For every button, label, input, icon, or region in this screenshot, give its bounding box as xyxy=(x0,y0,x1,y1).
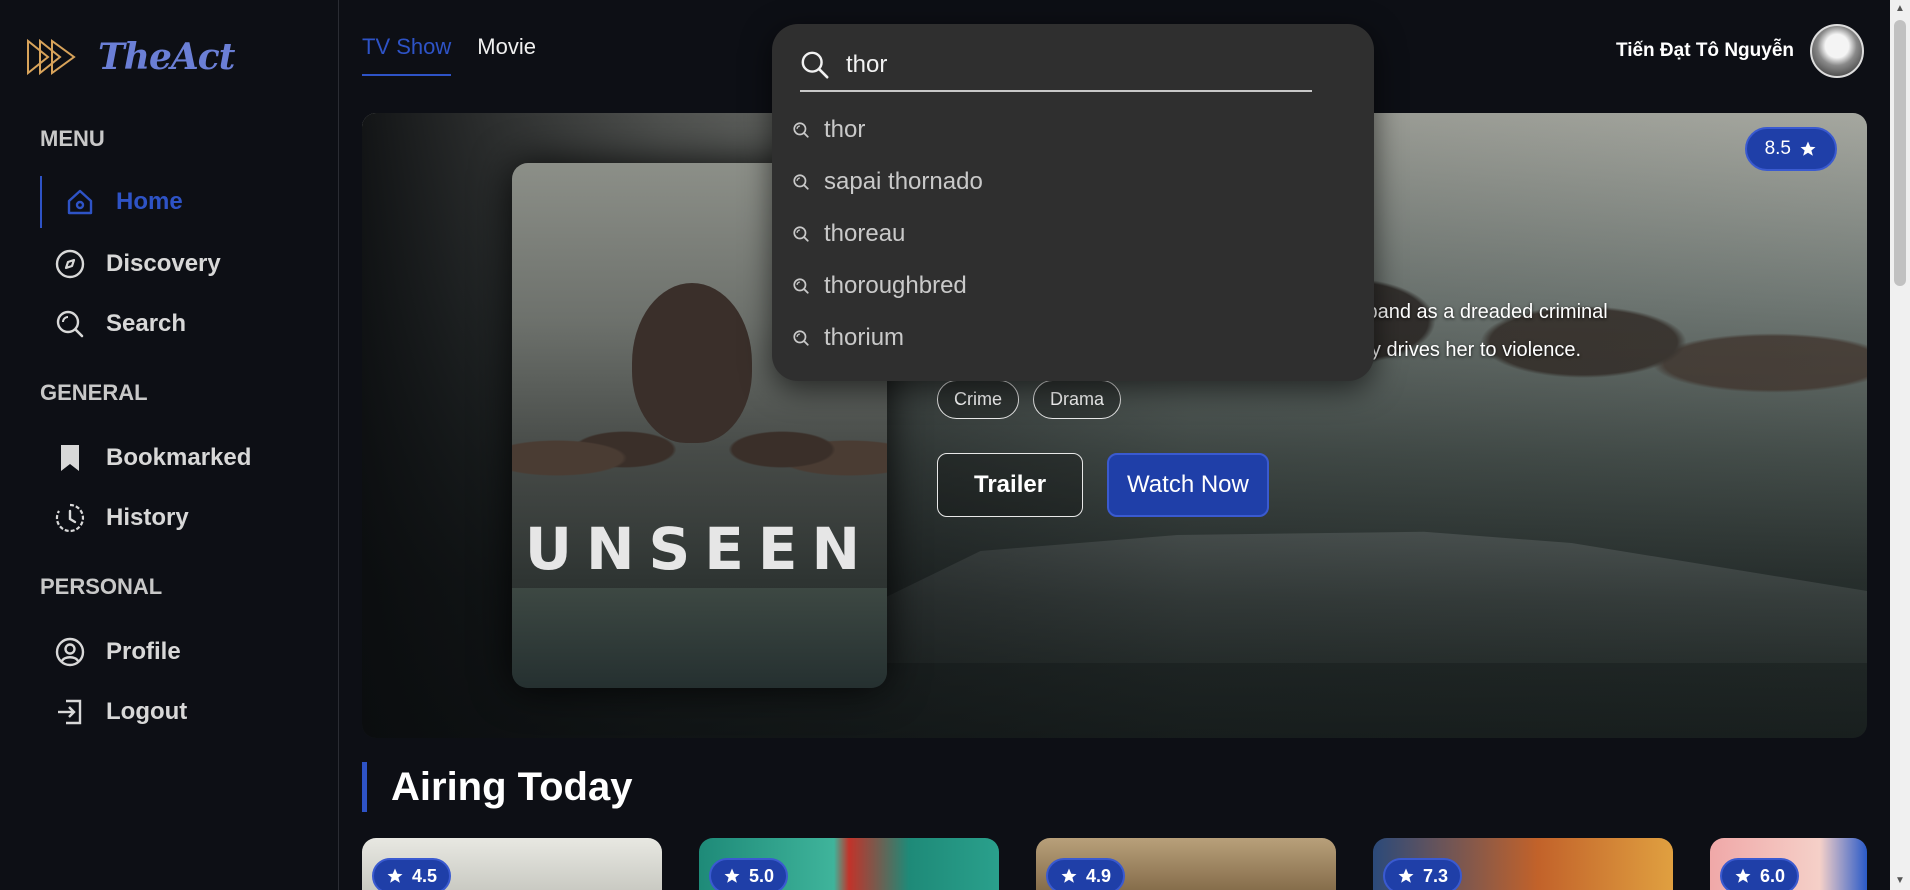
sidebar-item-label: History xyxy=(106,504,189,531)
sidebar-item-history[interactable]: History xyxy=(40,492,320,544)
media-type-tabs: TV Show Movie xyxy=(362,34,536,76)
suggestion-item[interactable]: thoreau xyxy=(792,208,983,260)
airing-today-list: 4.5 5.0 4.9 7.3 6.0 xyxy=(362,838,1867,890)
hero-actions: Trailer Watch Now xyxy=(937,453,1269,517)
sidebar-item-label: Search xyxy=(106,310,187,337)
logo-text: TheAct xyxy=(98,36,235,78)
suggestion-item[interactable]: thor xyxy=(792,104,983,156)
sidebar-item-home[interactable]: Home xyxy=(40,176,320,228)
sidebar-item-label: Logout xyxy=(106,698,188,725)
play-logo-icon xyxy=(27,38,76,76)
compass-icon xyxy=(55,249,85,279)
scrollbar-thumb[interactable] xyxy=(1894,20,1906,286)
sidebar-item-label: Home xyxy=(116,188,183,215)
hero-overview: r husband as a dreaded criminal mately d… xyxy=(1322,301,1608,361)
card-rating: 7.3 xyxy=(1383,858,1463,890)
search-input[interactable] xyxy=(846,51,1286,79)
suggestion-item[interactable]: thorium xyxy=(792,312,983,364)
card-rating: 4.5 xyxy=(372,858,452,890)
watch-now-button[interactable]: Watch Now xyxy=(1107,453,1269,517)
avatar[interactable] xyxy=(1810,24,1864,78)
show-card[interactable]: 7.3 xyxy=(1373,838,1673,890)
star-icon xyxy=(1398,868,1414,883)
search-bar[interactable] xyxy=(800,40,1312,92)
sidebar-item-bookmarked[interactable]: Bookmarked xyxy=(40,432,320,484)
rating-badge: 8.5 xyxy=(1744,127,1837,171)
card-rating: 5.0 xyxy=(709,858,789,890)
menu-section-title: MENU xyxy=(40,126,105,151)
sidebar-item-label: Bookmarked xyxy=(106,444,252,471)
genre-list: Crime Drama xyxy=(937,380,1122,419)
genre-tag[interactable]: Crime xyxy=(937,380,1019,419)
home-icon xyxy=(67,189,93,215)
logout-icon xyxy=(58,699,82,725)
search-dropdown: thor sapai thornado thoreau thoroughbred… xyxy=(772,24,1374,381)
scroll-up-icon[interactable]: ▲ xyxy=(1890,0,1910,18)
sidebar-item-label: Profile xyxy=(106,638,181,665)
user-icon xyxy=(55,637,85,667)
search-icon xyxy=(793,330,809,346)
trailer-button[interactable]: Trailer xyxy=(937,453,1084,517)
search-icon xyxy=(56,310,84,338)
show-card[interactable]: 4.9 xyxy=(1036,838,1336,890)
sidebar-item-logout[interactable]: Logout xyxy=(40,686,320,738)
user-name: Tiến Đạt Tô Nguyễn xyxy=(1615,40,1794,61)
suggestion-item[interactable]: thoroughbred xyxy=(792,260,983,312)
logo[interactable]: TheAct xyxy=(26,36,235,78)
tab-tv-show[interactable]: TV Show xyxy=(362,34,452,76)
rating-value: 8.5 xyxy=(1764,138,1791,159)
card-rating: 4.9 xyxy=(1046,858,1126,890)
airing-today-title: Airing Today xyxy=(362,762,632,812)
user-menu[interactable]: Tiến Đạt Tô Nguyễn xyxy=(1616,24,1864,78)
show-card[interactable]: 4.5 xyxy=(362,838,662,890)
star-icon xyxy=(387,868,403,883)
search-icon xyxy=(793,278,809,294)
suggestion-list: thor sapai thornado thoreau thoroughbred… xyxy=(792,104,983,364)
clock-icon xyxy=(55,503,85,533)
genre-tag[interactable]: Drama xyxy=(1033,380,1122,419)
sidebar-item-label: Discovery xyxy=(106,250,221,277)
suggestion-item[interactable]: sapai thornado xyxy=(792,156,983,208)
sidebar-item-discovery[interactable]: Discovery xyxy=(40,238,320,290)
star-icon xyxy=(1735,868,1751,883)
sidebar: TheAct MENU Home Discovery Search GENERA… xyxy=(0,0,339,890)
personal-section-title: PERSONAL xyxy=(40,574,163,599)
bookmark-icon xyxy=(61,445,79,471)
search-icon xyxy=(793,174,809,190)
tab-movie[interactable]: Movie xyxy=(477,34,536,76)
page-scrollbar[interactable]: ▲ ▼ xyxy=(1890,0,1910,890)
show-card[interactable]: 5.0 xyxy=(699,838,999,890)
general-section-title: GENERAL xyxy=(40,380,148,405)
star-icon xyxy=(1800,141,1816,156)
scroll-down-icon[interactable]: ▼ xyxy=(1890,872,1910,890)
star-icon xyxy=(1061,868,1077,883)
poster-title: UNSEEN xyxy=(524,515,875,583)
star-icon xyxy=(724,868,740,883)
sidebar-item-search[interactable]: Search xyxy=(40,298,320,350)
search-icon xyxy=(793,226,809,242)
show-card[interactable]: 6.0 xyxy=(1710,838,1867,890)
sidebar-item-profile[interactable]: Profile xyxy=(40,626,320,678)
search-icon xyxy=(801,51,829,79)
card-rating: 6.0 xyxy=(1720,858,1800,890)
search-icon xyxy=(793,122,809,138)
